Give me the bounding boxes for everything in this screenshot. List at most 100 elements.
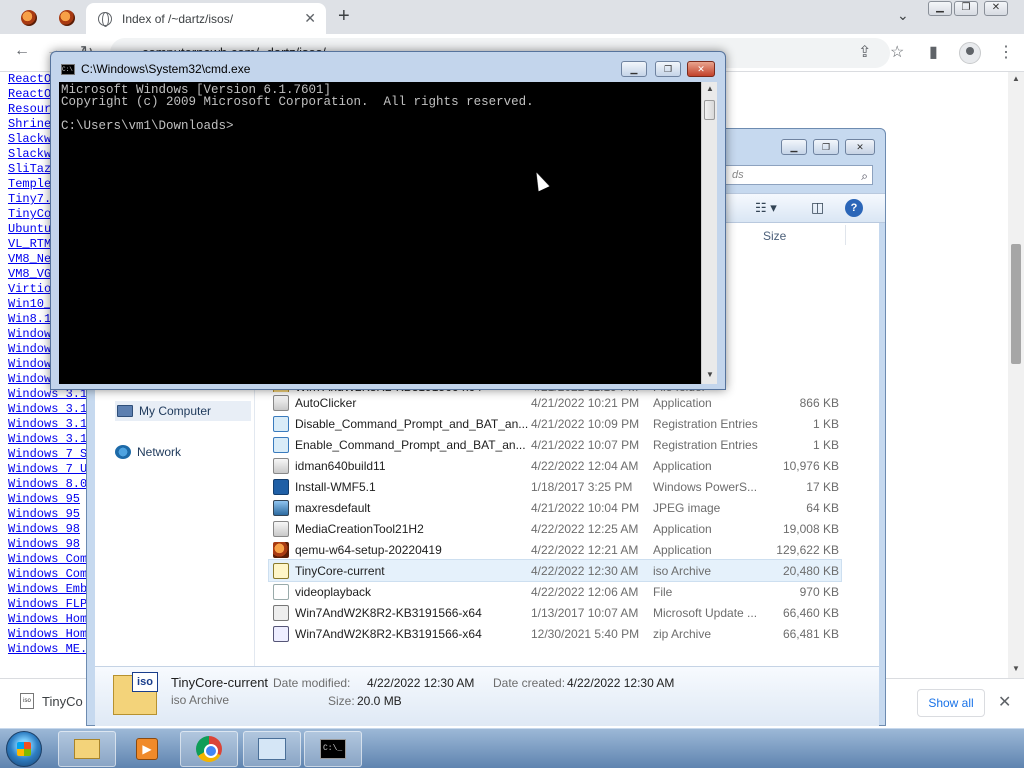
details-modified-label: Date modified: (273, 676, 351, 690)
taskbar-chrome-button[interactable] (180, 731, 238, 767)
share-icon[interactable]: ⇪ (858, 42, 871, 62)
file-row[interactable]: Win7AndW2K8R2-KB3191566-x64 1/13/2017 10:… (269, 602, 841, 623)
directory-link[interactable]: Windows 3.1 (8, 417, 87, 432)
nav-label-my-computer: My Computer (139, 404, 212, 418)
close-shelf-icon[interactable]: ✕ (998, 692, 1011, 712)
explorer-minimize-button[interactable]: ▁ (781, 139, 807, 155)
profile-avatar[interactable] (959, 42, 981, 64)
file-date: 4/22/2022 12:21 AM (531, 542, 639, 557)
registry-icon (273, 436, 289, 453)
view-options-icon[interactable]: ☷ ▾ (755, 200, 777, 216)
cmd-scrollbar[interactable]: ▲ ▼ (701, 82, 717, 384)
explorer-close-button[interactable]: ✕ (845, 139, 875, 155)
file-row[interactable]: videoplayback 4/22/2022 12:06 AM File 970 K… (269, 581, 841, 602)
directory-link[interactable]: Windows Hom (8, 627, 87, 642)
scroll-down-arrow-icon[interactable]: ▼ (1012, 664, 1020, 673)
file-row[interactable]: Disable_Command_Prompt_and_BAT_an... 4/21… (269, 413, 841, 434)
start-button[interactable] (6, 731, 42, 767)
tab-close-icon[interactable]: ✕ (304, 10, 316, 27)
directory-link[interactable]: Windows 3.1 (8, 432, 87, 447)
directory-link[interactable]: Windows 7 U (8, 462, 87, 477)
browser-close-button[interactable]: ✕ (984, 1, 1008, 16)
search-placeholder: ds (732, 169, 744, 181)
download-item[interactable]: iso TinyCo (20, 693, 83, 709)
file-row[interactable]: Enable_Command_Prompt_and_BAT_an... 4/21/… (269, 434, 841, 455)
iso-file-large-icon: iso (113, 672, 158, 715)
cmd-console-output[interactable]: Microsoft Windows [Version 6.1.7601] Copy… (59, 82, 701, 384)
bookmark-star-icon[interactable]: ☆ (890, 42, 904, 62)
cmd-scroll-down-icon[interactable]: ▼ (706, 370, 714, 379)
file-name: AutoClicker (295, 395, 357, 410)
cmd-maximize-button[interactable]: ❐ (655, 61, 681, 77)
details-file-name: TinyCore-current (171, 675, 269, 690)
iso-icon (273, 562, 289, 579)
directory-link[interactable]: Windows 8.0 (8, 477, 87, 492)
directory-link[interactable]: Windows 95 (8, 507, 87, 522)
scroll-up-arrow-icon[interactable]: ▲ (1012, 74, 1020, 83)
directory-link[interactable]: Windows 98 (8, 522, 87, 537)
file-date: 4/22/2022 12:25 AM (531, 521, 639, 536)
cmd-minimize-button[interactable]: ▁ (621, 61, 647, 77)
cmd-titlebar[interactable]: C:\ C:\Windows\System32\cmd.exe ▁ ❐ ✕ (51, 52, 725, 82)
explorer-maximize-button[interactable]: ❐ (813, 139, 839, 155)
file-row[interactable]: AutoClicker 4/21/2022 10:21 PM Application… (269, 392, 841, 413)
taskbar-network-button[interactable] (243, 731, 301, 767)
file-row[interactable]: idman640build11 4/22/2022 12:04 AM Applica… (269, 455, 841, 476)
file-type: Microsoft Update ... (653, 605, 758, 620)
column-divider[interactable] (845, 225, 846, 245)
directory-link[interactable]: Windows ME. (8, 642, 87, 657)
directory-link[interactable]: Windows Com (8, 567, 87, 582)
page-scrollbar[interactable]: ▲ ▼ (1008, 72, 1024, 678)
new-tab-button[interactable]: + (338, 5, 350, 28)
file-row[interactable]: Install-WMF5.1 1/18/2017 3:25 PM Windows P… (269, 476, 841, 497)
file-row[interactable]: qemu-w64-setup-20220419 4/22/2022 12:21 A… (269, 539, 841, 560)
file-date: 4/21/2022 10:04 PM (531, 500, 640, 515)
menu-kebab-icon[interactable]: ⋮ (998, 42, 1014, 62)
column-header-size[interactable]: Size (763, 229, 786, 243)
cmd-scroll-up-icon[interactable]: ▲ (706, 84, 714, 93)
taskbar-cmd-button[interactable]: C:\_ (304, 731, 362, 767)
nav-item-network[interactable]: Network (115, 445, 181, 459)
browser-maximize-button[interactable]: ❐ (954, 1, 978, 16)
file-size: 20,480 KB (782, 563, 839, 578)
directory-link[interactable]: Windows 98 (8, 537, 87, 552)
file-row[interactable]: MediaCreationTool21H2 4/22/2022 12:25 AM A… (269, 518, 841, 539)
browser-minimize-button[interactable]: ▁ (928, 1, 952, 16)
side-panel-icon[interactable]: ▮ (929, 42, 938, 62)
directory-link[interactable]: Windows Hom (8, 612, 87, 627)
file-name: qemu-w64-setup-20220419 (295, 542, 442, 557)
tab-search-chevron-icon[interactable]: ⌄ (897, 7, 909, 24)
directory-link[interactable]: Windows 3.1 (8, 402, 87, 417)
directory-link[interactable]: Windows 95 (8, 492, 87, 507)
file-row[interactable]: Win7AndW2K8R2-KB3191566-x64 12/30/2021 5:… (269, 623, 841, 644)
file-type: Application (653, 395, 712, 410)
directory-link[interactable]: Windows FLP (8, 597, 87, 612)
taskbar-explorer-button[interactable] (58, 731, 116, 767)
cmd-close-button[interactable]: ✕ (687, 61, 715, 77)
tab-qemu-2[interactable] (50, 6, 84, 30)
file-row[interactable]: maxresdefault 4/21/2022 10:04 PM JPEG imag… (269, 497, 841, 518)
nav-item-my-computer[interactable]: My Computer (115, 401, 251, 421)
cmd-scrollbar-thumb[interactable] (704, 100, 715, 120)
details-file-type: iso Archive (171, 693, 230, 707)
details-size-value: 20.0 MB (357, 694, 402, 708)
windows-logo-icon (17, 742, 31, 756)
tab-qemu-1[interactable] (12, 6, 46, 30)
page-scrollbar-thumb[interactable] (1011, 244, 1021, 364)
back-arrow-icon[interactable]: ← (14, 42, 30, 60)
explorer-search-box[interactable]: ds ⌕ (723, 165, 873, 185)
media-player-icon: ▶ (136, 738, 158, 760)
directory-link[interactable]: Windows 7 S (8, 447, 87, 462)
directory-link[interactable]: Windows Emb (8, 582, 87, 597)
help-icon[interactable]: ? (845, 199, 863, 217)
file-name: MediaCreationTool21H2 (295, 521, 424, 536)
preview-pane-icon[interactable]: ◫ (811, 199, 824, 216)
directory-link[interactable]: Windows Com (8, 552, 87, 567)
file-row[interactable]: TinyCore-current 4/22/2022 12:30 AM iso Ar… (268, 559, 842, 582)
tab-active[interactable]: Index of /~dartz/isos/ ✕ (86, 3, 326, 34)
file-name: Enable_Command_Prompt_and_BAT_an... (295, 437, 526, 452)
show-all-downloads-button[interactable]: Show all (917, 689, 985, 717)
taskbar-media-player-button[interactable]: ▶ (118, 731, 176, 767)
search-icon[interactable]: ⌕ (861, 167, 868, 185)
cmd-output-line: C:\Users\vm1\Downloads> (61, 119, 234, 133)
